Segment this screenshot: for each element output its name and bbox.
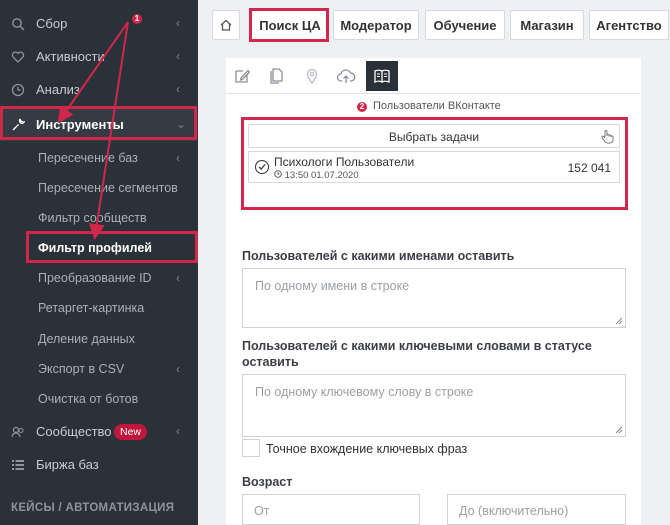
sidebar-subitem-label: Пересечение сегментов (38, 181, 178, 195)
task-count: 152 041 (567, 161, 611, 175)
sidebar-subitem-label: Фильтр профилей (38, 241, 152, 255)
sidebar-item-analysis[interactable]: Анализ ‹ (0, 74, 198, 106)
edit-icon (235, 69, 251, 83)
wrench-icon (11, 118, 27, 132)
sidebar-item-collect[interactable]: Сбор ‹ (0, 8, 198, 40)
task-time: 13:50 01.07.2020 (274, 170, 359, 181)
list-icon (11, 458, 25, 472)
chevron-left-icon: ‹ (176, 424, 180, 438)
age-from-input[interactable]: От (242, 494, 420, 525)
annotation-marker-2: 2 (357, 102, 367, 112)
chevron-left-icon: ‹ (176, 151, 180, 165)
task-name: Психологи Пользователи (274, 155, 415, 169)
sidebar-section-title: КЕЙСЫ / АВТОМАТИЗАЦИЯ (11, 502, 175, 514)
age-to-placeholder: До (включительно) (459, 504, 569, 518)
exact-match-label: Точное вхождение ключевых фраз (266, 442, 468, 456)
sidebar-subitem-profile-filter[interactable]: Фильтр профилей (0, 234, 198, 262)
select-tasks-label: Выбрать задачи (388, 130, 480, 144)
sidebar-item-label: Инструменты (36, 117, 124, 132)
map-pin-icon (306, 68, 318, 85)
tab-shop[interactable]: Магазин (510, 10, 584, 40)
sidebar-subitem-bot-cleanup[interactable]: Очистка от ботов (0, 385, 198, 413)
sidebar-subitem-retarget-image[interactable]: Ретаргет-картинка (0, 294, 198, 322)
sidebar-item-tools[interactable]: Инструменты ⌄ (0, 109, 198, 141)
tab-training[interactable]: Обучение (425, 10, 505, 40)
heart-icon (11, 50, 25, 64)
clock-icon (274, 170, 282, 178)
hand-pointer-icon (601, 130, 614, 144)
sidebar-item-label: Биржа баз (36, 457, 99, 472)
book-icon (374, 69, 390, 84)
sidebar-item-label: Анализ (36, 82, 80, 97)
sidebar-subitem-label: Очистка от ботов (38, 392, 139, 406)
tool-strip (226, 58, 641, 94)
sidebar-item-exchange[interactable]: Биржа баз (0, 449, 198, 481)
sidebar-item-community[interactable]: Сообщество New ‹ (0, 416, 198, 448)
home-button[interactable] (212, 10, 240, 40)
sidebar-item-label: Сообщество (36, 424, 112, 439)
panel-caption: Пользователи ВКонтакте (373, 100, 501, 112)
new-badge: New (114, 424, 148, 440)
sidebar-subitem-label: Ретаргет-картинка (38, 301, 145, 315)
sidebar-item-label: Сбор (36, 16, 68, 31)
chevron-left-icon: ‹ (176, 362, 180, 376)
age-label: Возраст (242, 475, 293, 489)
keywords-textarea[interactable]: По одному ключевому слову в строке (242, 374, 626, 437)
search-icon (11, 17, 25, 31)
edit-tool-button[interactable] (226, 61, 258, 91)
sidebar-item-label: Активности (36, 49, 105, 64)
sidebar-subitem-label: Деление данных (38, 332, 135, 346)
sidebar-subitem-label: Фильтр сообществ (38, 211, 147, 225)
upload-tool-button[interactable] (330, 61, 362, 91)
sidebar-subitem-label: Экспорт в CSV (38, 362, 125, 376)
sidebar-subitem-id-conversion[interactable]: Преобразование ID ‹ (0, 264, 198, 292)
tab-agency[interactable]: Агентство (589, 10, 669, 40)
names-label: Пользователей с какими именами оставить (242, 249, 515, 263)
check-circle-icon (255, 160, 269, 174)
document-tool-button[interactable] (260, 61, 292, 91)
keywords-label: Пользователей с какими ключевыми словами… (242, 339, 592, 353)
clock-icon (11, 83, 25, 97)
sidebar-subitem-community-filter[interactable]: Фильтр сообществ (0, 204, 198, 232)
documents-icon (270, 68, 283, 84)
names-placeholder: По одному имени в строке (255, 279, 410, 293)
exact-match-checkbox[interactable] (242, 439, 260, 457)
resize-grip-icon[interactable] (615, 317, 623, 325)
sidebar-item-activities[interactable]: Активности ‹ (0, 41, 198, 73)
chevron-down-icon: ⌄ (176, 117, 187, 131)
sidebar-subitem-segment-intersection[interactable]: Пересечение сегментов (0, 174, 198, 202)
chevron-left-icon: ‹ (176, 82, 180, 96)
age-from-placeholder: От (254, 504, 270, 518)
annotation-marker-1: 1 (132, 14, 142, 24)
home-icon (220, 19, 232, 31)
sidebar-subitem-base-intersection[interactable]: Пересечение баз ‹ (0, 144, 198, 172)
top-tabs: Поиск ЦА Модератор Обучение Магазин Аген… (198, 0, 670, 52)
tab-moderator[interactable]: Модератор (333, 10, 419, 40)
sidebar-subitem-data-split[interactable]: Деление данных (0, 325, 198, 353)
resize-grip-icon[interactable] (615, 426, 623, 434)
task-item[interactable]: Психологи Пользователи 13:50 01.07.2020 … (248, 151, 620, 183)
task-time-text: 13:50 01.07.2020 (284, 170, 359, 181)
sidebar-subitem-label: Пересечение баз (38, 151, 138, 165)
sidebar-subitem-csv-export[interactable]: Экспорт в CSV ‹ (0, 355, 198, 383)
chevron-left-icon: ‹ (176, 16, 180, 30)
names-textarea[interactable]: По одному имени в строке (242, 268, 626, 328)
users-icon (11, 425, 25, 439)
location-tool-button[interactable] (296, 61, 328, 91)
cloud-upload-icon (336, 69, 356, 83)
age-to-input[interactable]: До (включительно) (447, 494, 626, 525)
book-tool-button[interactable] (366, 61, 398, 91)
sidebar-subitem-label: Преобразование ID (38, 271, 152, 285)
chevron-left-icon: ‹ (176, 271, 180, 285)
chevron-left-icon: ‹ (176, 49, 180, 63)
select-tasks-button[interactable]: Выбрать задачи (248, 124, 620, 148)
keywords-placeholder: По одному ключевому слову в строке (255, 385, 474, 399)
tab-target-search[interactable]: Поиск ЦА (251, 10, 329, 40)
keywords-label-continued: оставить (242, 355, 299, 369)
sidebar: Сбор ‹ Активности ‹ Анализ ‹ Инструменты… (0, 0, 198, 525)
